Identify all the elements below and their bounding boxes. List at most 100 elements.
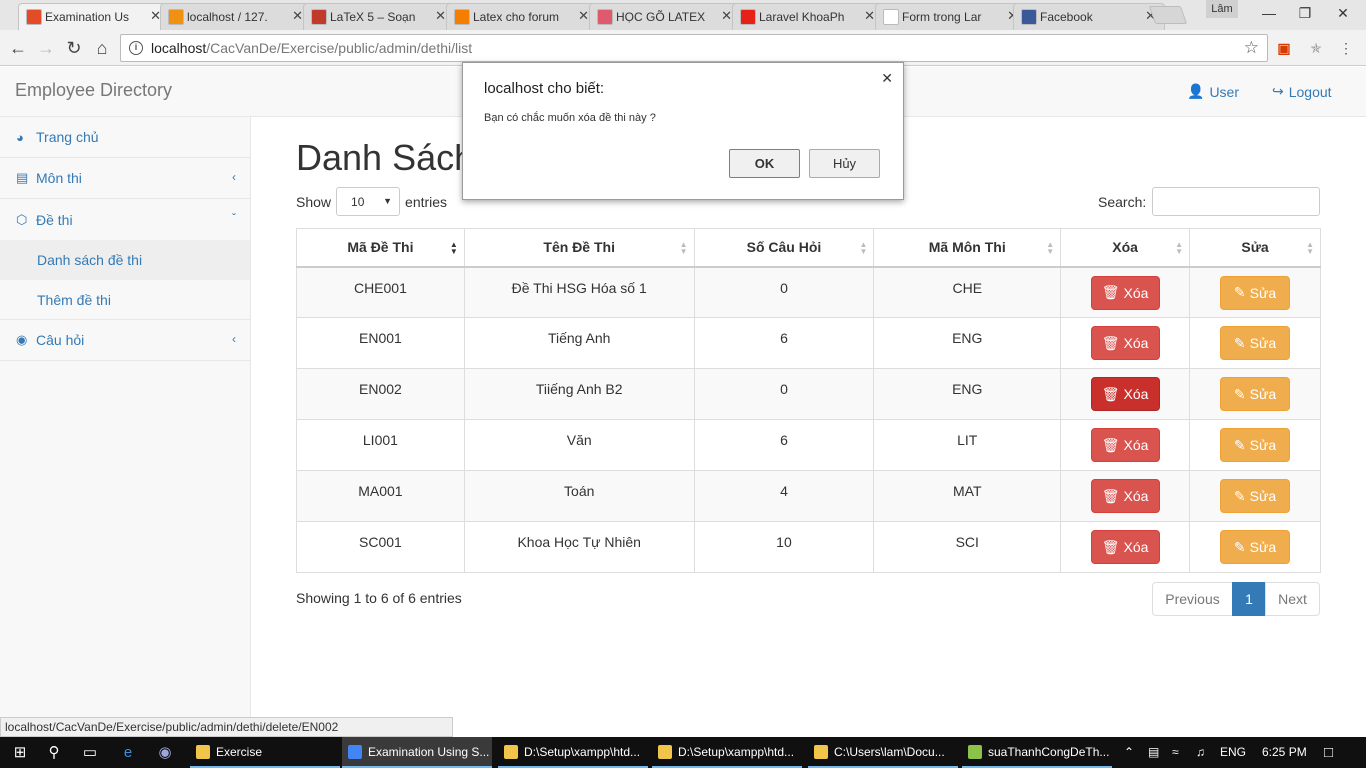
delete-button[interactable]: 🗑 Xóa [1090,479,1160,513]
tab-close-icon[interactable]: ✕ [578,8,589,24]
office-extension-icon[interactable]: ▣ [1274,38,1294,58]
reload-icon[interactable]: ↻ [62,36,86,60]
column-label: Số Câu Hỏi [746,239,822,256]
app-icon[interactable]: ◉ [153,741,177,765]
sidebar-item-home[interactable]: ◕ Trang chủ [0,117,250,158]
edit-button[interactable]: ✎ Sửa [1220,377,1291,411]
windows-start-icon[interactable]: ⊞ [8,741,32,765]
bookmark-star-icon[interactable]: ☆ [1244,38,1259,58]
table-cell: LI001 [296,419,465,471]
cell-text: MAT [952,483,982,499]
browser-tab[interactable]: HỌC GÕ LATEX ✕ [589,3,741,30]
browser-tab[interactable]: Examination Us ✕ [18,3,170,30]
col-exam-code-header[interactable]: Mã Đề Thi ▲ ▼ [296,228,465,268]
tab-close-icon[interactable]: ✕ [864,8,875,24]
user-menu[interactable]: 👤 User [1187,83,1239,100]
brand-title[interactable]: Employee Directory [15,80,172,101]
browser-tab[interactable]: Latex cho forum ✕ [446,3,598,30]
close-icon[interactable]: ✕ [881,70,893,87]
edit-button[interactable]: ✎ Sửa [1220,275,1291,310]
forward-icon[interactable]: → [34,36,58,60]
tab-close-icon[interactable]: ✕ [292,8,303,24]
tab-close-icon[interactable]: ✕ [435,8,446,24]
info-icon[interactable]: i [129,41,143,55]
battery-icon[interactable]: ▤ [1148,737,1159,768]
edit-button[interactable]: ✎ Sửa [1220,479,1291,513]
edit-button[interactable]: ✎ Sửa [1220,530,1291,564]
delete-button[interactable]: 🗑 Xóa [1090,326,1160,360]
edit-button[interactable]: ✎ Sửa [1220,326,1291,360]
previous-page-button[interactable]: Previous [1152,582,1233,616]
clock[interactable]: 6:25 PM [1262,737,1307,768]
browser-tab[interactable]: LaTeX 5 – Soạn ✕ [303,3,455,30]
app-icon [196,744,210,759]
col-subject-code-header[interactable]: Mã Môn Thi ▲ ▼ [873,228,1062,268]
cell-text: EN001 [359,330,402,346]
taskbar-app[interactable]: C:\Users\lam\Docu... [808,737,958,768]
profile-name[interactable]: Lâm [1206,0,1238,18]
taskbar-app[interactable]: suaThanhCongDeTh... [962,737,1112,768]
taskbar-app[interactable]: D:\Setup\xampp\htd... [498,737,648,768]
taskbar-app[interactable]: Examination Using S... [342,737,492,768]
search-input[interactable] [1152,187,1321,216]
taskbar-app-label: C:\Users\lam\Docu... [834,744,945,759]
search-label: Search: [1098,193,1147,210]
language-indicator[interactable]: ENG [1220,737,1246,768]
browser-tab[interactable]: Form trong Lar✕ [875,3,1027,30]
menu-icon[interactable]: ⋮ [1336,38,1356,58]
table-cell: 0 [693,368,875,420]
delete-button[interactable]: 🗑 Xóa [1090,377,1160,411]
browser-tab[interactable]: localhost / 127. ✕ [160,3,312,30]
search-icon[interactable]: ⚲ [42,741,66,765]
wifi-icon[interactable]: ≈ [1172,737,1179,768]
browser-tab[interactable]: Facebook ✕ [1013,3,1165,30]
task-view-icon[interactable]: ▭ [78,741,102,765]
table-cell: EN001 [296,317,465,369]
edit-button[interactable]: ✎ Sửa [1220,428,1291,462]
address-bar[interactable]: i localhost/CacVanDe/Exercise/public/adm… [120,34,1268,62]
logout-label: Logout [1288,83,1332,100]
entries-label: entries [405,193,448,210]
new-tab-button[interactable] [1148,6,1188,24]
col-exam-name-header[interactable]: Tên Đề Thi ▲ ▼ [463,228,695,268]
favicon-icon [883,9,899,25]
tab-close-icon[interactable]: ✕ [721,8,732,24]
extension-icon[interactable]: ✯ [1306,38,1326,58]
logout-link[interactable]: ↪ Logout [1272,83,1332,100]
users-icon: ◉ [16,332,28,347]
sidebar-item-exams[interactable]: ⬡ Đề thi ˇ [0,199,250,240]
col-question-count-header[interactable]: Số Câu Hỏi ▲ ▼ [693,228,875,268]
tab-title: HỌC GÕ LATEX [616,10,706,24]
page-1-button[interactable]: 1 [1232,582,1266,616]
volume-icon[interactable]: ♫ [1196,737,1205,768]
next-page-button[interactable]: Next [1265,582,1320,616]
ok-button[interactable]: OK [729,149,800,178]
entries-length-select[interactable]: 10 ▼ [336,187,401,216]
notifications-icon[interactable]: □ [1324,737,1333,768]
col-edit-header[interactable]: Sửa ▲ ▼ [1189,228,1321,268]
home-icon[interactable]: ⌂ [90,36,114,60]
cancel-button[interactable]: Hủy [809,149,880,178]
app-icon [348,744,362,759]
sidebar-item-exam-add[interactable]: Thêm đề thi [0,280,250,320]
taskbar-app[interactable]: D:\Setup\xampp\htd... [652,737,802,768]
tray-up-icon[interactable]: ⌃ [1124,737,1134,768]
sidebar-item-exam-list[interactable]: Danh sách đề thi [0,240,250,280]
cell-text: 0 [780,279,788,296]
browser-tab[interactable]: Laravel KhoaPh ✕ [732,3,884,30]
sidebar-item-questions[interactable]: ◉ Câu hỏi ‹ [0,320,250,361]
close-window-icon[interactable]: ✕ [1320,0,1366,28]
delete-button[interactable]: 🗑 Xóa [1090,428,1160,462]
back-icon[interactable]: ← [6,36,30,60]
table-cell: ENG [873,317,1062,369]
delete-button[interactable]: 🗑 Xóa [1090,275,1160,310]
delete-button[interactable]: 🗑 Xóa [1090,530,1160,564]
dialog-title: localhost cho biết: [484,80,605,97]
edit-cell: ✎ Sửa [1189,470,1321,522]
sidebar-item-subjects[interactable]: ▤ Môn thi ‹ [0,158,250,199]
taskbar-app[interactable]: Exercise [190,737,340,768]
col-delete-header[interactable]: Xóa ▲ ▼ [1060,228,1191,268]
edge-icon[interactable]: e [116,741,140,765]
cell-text: Khoa Học Tự Nhiên [517,534,641,550]
cell-text: Đề Thi HSG Hóa số 1 [511,279,647,296]
